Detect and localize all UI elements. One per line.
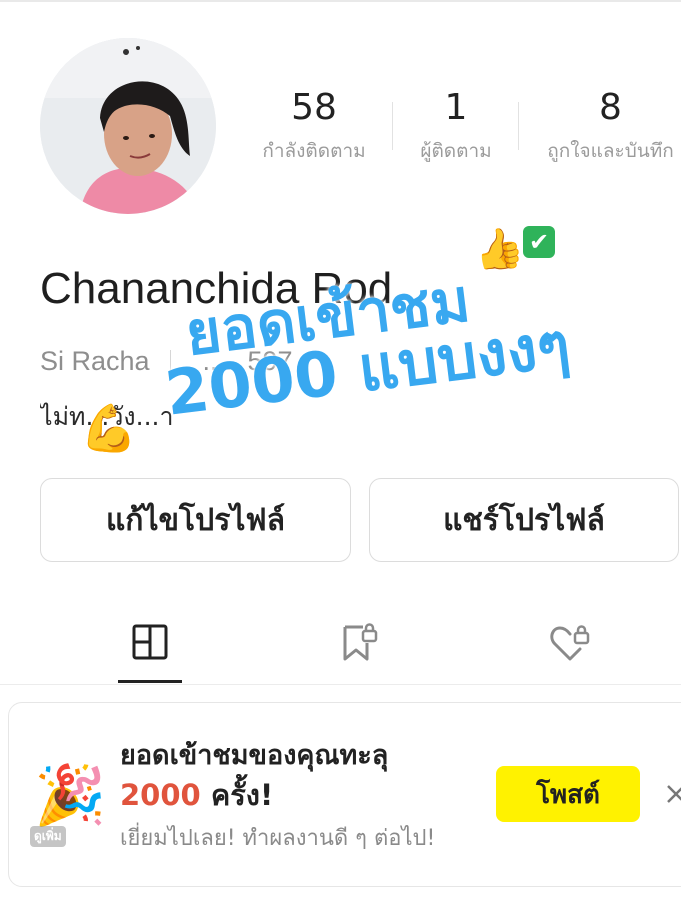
grid-icon — [132, 624, 168, 660]
notification-subtitle: เยี่ยมไปเลย! ทำผลงานดี ๆ ต่อไป! — [120, 826, 436, 851]
stat-following[interactable]: 58 กำลังติดตาม — [258, 88, 370, 164]
notification-count: 2000 — [120, 778, 201, 812]
stat-divider — [392, 102, 393, 150]
avatar-photo — [40, 38, 216, 214]
stat-followers[interactable]: 1 ผู้ติดตาม — [414, 88, 498, 164]
active-tab-indicator — [118, 680, 182, 683]
tab-saved[interactable] — [334, 618, 382, 666]
party-icon-tag: ดูเพิ่ม — [30, 826, 66, 847]
close-icon[interactable] — [664, 782, 681, 806]
following-count: 58 — [291, 87, 337, 128]
tab-liked[interactable] — [546, 618, 594, 666]
followers-label: ผู้ติดตาม — [420, 140, 492, 162]
heart-lock-icon — [550, 625, 590, 661]
following-label: กำลังติดตาม — [262, 140, 366, 162]
party-popper-icon: 🎉 — [34, 761, 107, 829]
thumbs-up-icon: 👍 — [471, 223, 527, 277]
bookmark-lock-icon — [343, 623, 378, 661]
post-button[interactable]: โพสต์ — [496, 766, 640, 822]
tab-posts[interactable] — [126, 618, 174, 666]
top-divider — [0, 0, 681, 2]
notification-count-suffix: ครั้ง! — [200, 778, 274, 812]
tabs-divider — [0, 684, 681, 685]
notification-count-line: 2000 ครั้ง! — [120, 776, 273, 814]
likes-saves-label: ถูกใจและบันทึก — [547, 140, 674, 162]
notification-title: ยอดเข้าชมของคุณทะลุ — [120, 740, 389, 771]
avatar[interactable] — [40, 38, 216, 214]
share-profile-button[interactable]: แชร์โปรไฟล์ — [369, 478, 679, 562]
check-mark-icon: ✔ — [523, 226, 555, 258]
stat-divider — [518, 102, 519, 150]
likes-saves-count: 8 — [599, 87, 622, 128]
edit-profile-button[interactable]: แก้ไขโปรไฟล์ — [40, 478, 351, 562]
stat-likes-saves[interactable]: 8 ถูกใจและบันทึก — [540, 88, 681, 164]
followers-count: 1 — [444, 87, 468, 128]
profile-location: Si Racha — [40, 346, 150, 376]
flexed-biceps-icon: 💪 — [80, 401, 138, 455]
